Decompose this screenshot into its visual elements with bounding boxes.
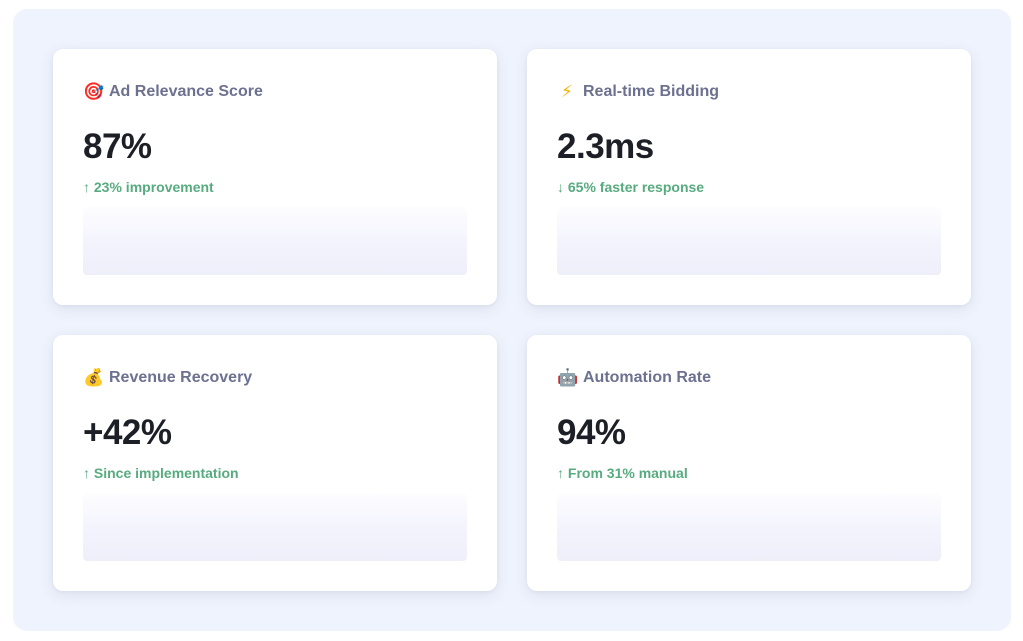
metric-card-real-time-bidding: ⚡ Real-time Bidding 2.3ms ↓ 65% faster r… <box>527 49 971 305</box>
robot-icon: 🤖 <box>557 367 579 388</box>
sparkline-area <box>83 207 467 275</box>
metrics-panel: 🎯 Ad Relevance Score 87% ↑ 23% improveme… <box>13 9 1011 631</box>
target-icon: 🎯 <box>83 81 105 102</box>
card-title: 🎯 Ad Relevance Score <box>83 83 263 101</box>
card-title-label: Revenue Recovery <box>109 369 253 386</box>
metric-value: 2.3ms <box>557 127 654 166</box>
sparkline-area <box>83 493 467 561</box>
card-title-label: Real-time Bidding <box>583 83 720 100</box>
money-bag-icon: 💰 <box>83 367 105 388</box>
card-title-label: Ad Relevance Score <box>109 83 263 100</box>
metric-delta: ↓ 65% faster response <box>557 179 705 195</box>
metric-delta: ↑ Since implementation <box>83 465 239 481</box>
metric-card-automation-rate: 🤖 Automation Rate 94% ↑ From 31% manual <box>527 335 971 591</box>
metric-delta: ↑ 23% improvement <box>83 179 214 195</box>
card-title: 🤖 Automation Rate <box>557 369 711 387</box>
metric-value: 87% <box>83 127 152 166</box>
card-title: 💰 Revenue Recovery <box>83 369 252 387</box>
card-title-label: Automation Rate <box>583 369 711 386</box>
card-title: ⚡ Real-time Bidding <box>557 83 719 101</box>
metric-value: 94% <box>557 413 626 452</box>
lightning-icon: ⚡ <box>561 81 573 102</box>
metric-delta: ↑ From 31% manual <box>557 465 688 481</box>
sparkline-area <box>557 493 941 561</box>
metric-card-ad-relevance: 🎯 Ad Relevance Score 87% ↑ 23% improveme… <box>53 49 497 305</box>
sparkline-area <box>557 207 941 275</box>
metric-value: +42% <box>83 413 172 452</box>
metric-card-revenue-recovery: 💰 Revenue Recovery +42% ↑ Since implemen… <box>53 335 497 591</box>
